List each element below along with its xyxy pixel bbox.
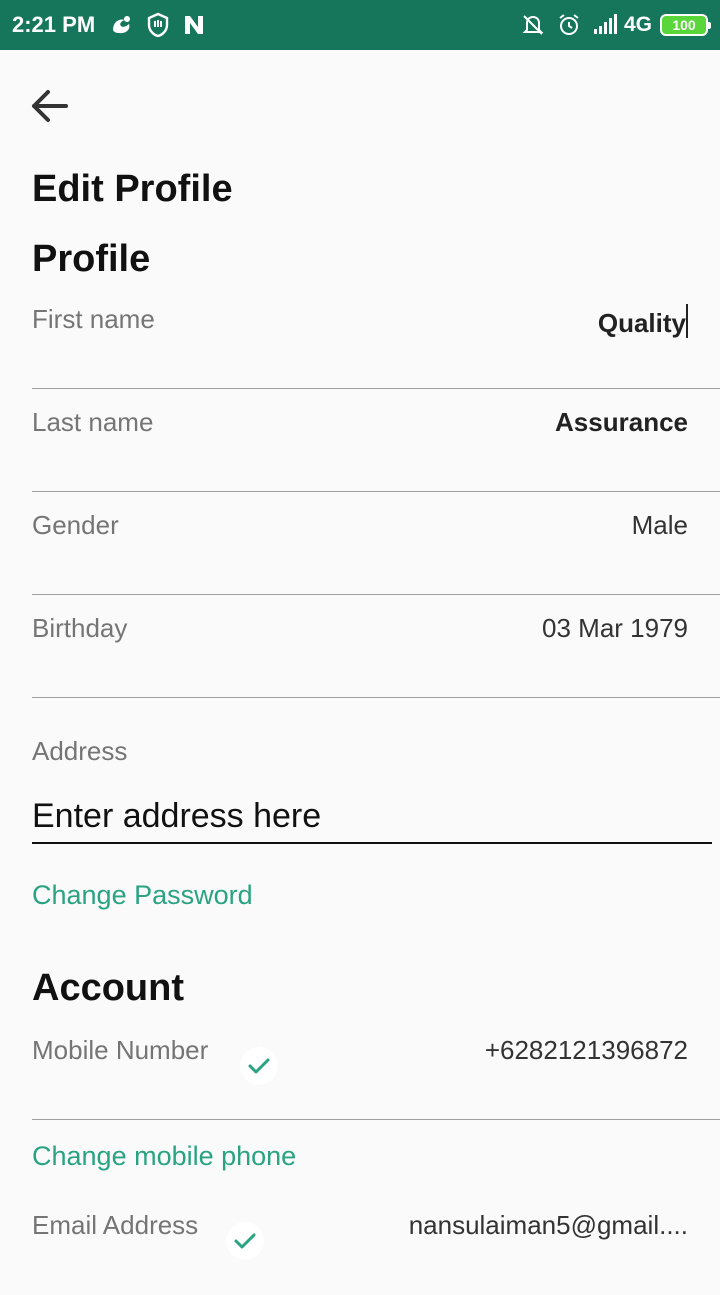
- signal-icon: [593, 14, 617, 34]
- first-name-row[interactable]: First name Quality: [32, 286, 720, 389]
- network-type: 4G: [623, 13, 652, 36]
- change-mobile-link[interactable]: Change mobile phone: [32, 1141, 296, 1172]
- birthday-row[interactable]: Birthday 03 Mar 1979: [32, 595, 720, 698]
- arrow-left-icon: [32, 90, 68, 122]
- battery-icon: 100: [660, 14, 711, 36]
- profile-section-title: Profile: [32, 238, 151, 280]
- email-address-label: Email Address: [32, 1210, 199, 1240]
- last-name-value[interactable]: Assurance: [555, 407, 688, 438]
- first-name-value[interactable]: Quality: [598, 304, 688, 339]
- gender-label: Gender: [32, 510, 119, 540]
- alarm-icon: [559, 14, 579, 35]
- mute-bell-icon: [522, 15, 544, 35]
- status-bar-right: 4G 100: [520, 12, 711, 38]
- email-address-value: nansulaiman5@gmail....: [408, 1210, 688, 1240]
- address-label: Address: [32, 736, 128, 766]
- mobile-verified-badge: [240, 1047, 278, 1085]
- check-icon: [248, 1058, 270, 1074]
- account-section-title: Account: [32, 967, 184, 1009]
- page-title: Edit Profile: [32, 168, 233, 210]
- email-verified-badge: [226, 1222, 264, 1260]
- battery-level: 100: [672, 17, 696, 33]
- mobile-number-value: +6282121396872: [484, 1035, 688, 1065]
- status-bar-left: 2:21 PM: [12, 12, 217, 38]
- first-name-text: Quality: [597, 308, 686, 338]
- change-password-link[interactable]: Change Password: [32, 880, 253, 911]
- last-name-label: Last name: [32, 407, 154, 437]
- mobile-number-label: Mobile Number: [32, 1035, 209, 1065]
- gender-value[interactable]: Male: [632, 510, 688, 541]
- address-input[interactable]: [32, 790, 712, 844]
- back-button[interactable]: [26, 82, 74, 130]
- mobile-number-row[interactable]: Mobile Number +6282121396872: [32, 1017, 720, 1120]
- status-bar: 2:21 PM 4G 100: [0, 0, 720, 50]
- birthday-label: Birthday: [32, 613, 128, 643]
- birthday-value[interactable]: 03 Mar 1979: [542, 613, 688, 644]
- gender-row[interactable]: Gender Male: [32, 492, 720, 595]
- last-name-row[interactable]: Last name Assurance: [32, 389, 720, 492]
- check-icon: [234, 1233, 256, 1249]
- n-app-icon: [185, 16, 204, 34]
- status-time: 2:21 PM: [12, 12, 96, 37]
- hand-shield-icon: [147, 12, 169, 38]
- uc-browser-icon: [113, 16, 131, 34]
- text-caret: [686, 304, 688, 338]
- first-name-label: First name: [32, 304, 155, 334]
